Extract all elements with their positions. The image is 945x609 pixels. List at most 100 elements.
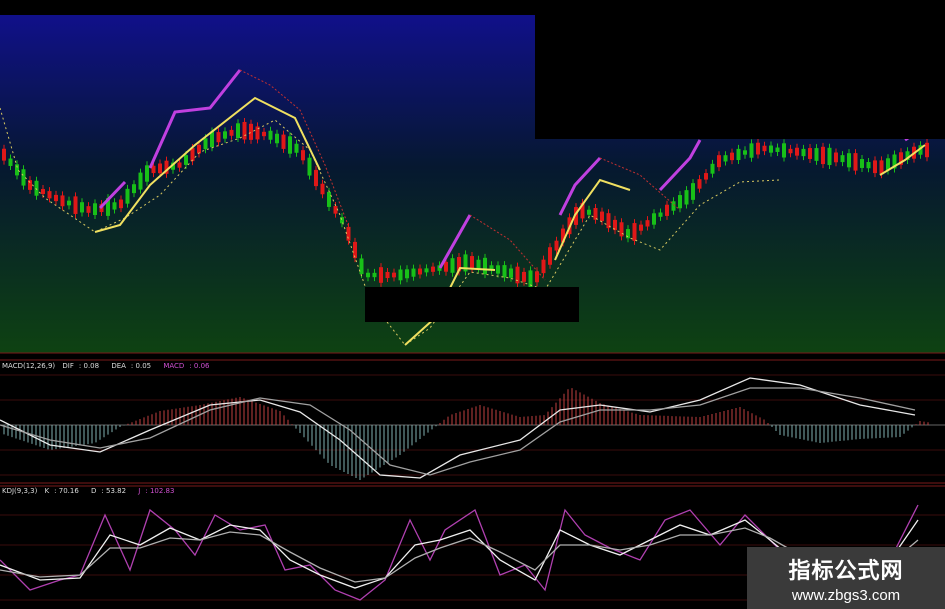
candle-body <box>814 148 819 161</box>
candle-body <box>353 241 357 259</box>
candle-body <box>840 155 845 163</box>
candle-body <box>723 155 728 162</box>
candle-body <box>307 157 312 176</box>
candle-body <box>385 271 390 279</box>
candle-body <box>275 133 279 144</box>
candle-body <box>41 188 45 195</box>
candle-body <box>873 160 877 174</box>
candle-body <box>242 121 247 140</box>
candle-body <box>697 179 702 189</box>
candle-body <box>411 268 416 277</box>
candle-body <box>522 271 526 282</box>
kdj-params-label: KDJ(9,3,3) <box>2 487 38 495</box>
candle-body <box>541 259 546 274</box>
candle-body <box>639 224 643 231</box>
dea-readout: DEA: 0.05 <box>111 362 152 370</box>
candle-body <box>372 272 377 278</box>
candle-body <box>8 158 13 166</box>
dif-readout: DIF: 0.08 <box>62 362 100 370</box>
candle-body <box>782 143 786 158</box>
candle-body <box>834 152 838 163</box>
candle-body <box>548 247 552 265</box>
candle-body <box>359 258 364 275</box>
watermark-title: 指标公式网 <box>788 559 904 584</box>
candle-body <box>658 212 663 217</box>
candle-body <box>86 206 91 213</box>
j-value: 102.83 <box>149 487 175 495</box>
candle-body <box>112 202 117 210</box>
candle-body <box>730 152 734 161</box>
candle-body <box>743 150 747 155</box>
d-value: 53.82 <box>106 487 127 495</box>
candle-body <box>450 258 455 273</box>
candle-body <box>366 272 370 278</box>
candle-body <box>2 148 6 161</box>
candle-body <box>717 155 721 168</box>
candle-body <box>125 188 130 204</box>
candle-body <box>197 144 201 154</box>
dif-name: DIF <box>62 362 74 370</box>
candle-body <box>483 257 487 275</box>
kdj-readout: KDJ(9,3,3) K: 70.16 D: 53.82 J: 102.83 <box>2 487 184 495</box>
candle-body <box>268 130 273 140</box>
macd-name: MACD <box>163 362 185 370</box>
candle-body <box>424 268 429 273</box>
candle-body <box>866 162 871 169</box>
candle-body <box>476 259 481 269</box>
candle-body <box>645 220 650 227</box>
candle-body <box>788 148 793 154</box>
candle-body <box>769 145 773 153</box>
k-name: K <box>44 487 50 495</box>
candle-body <box>418 268 422 275</box>
candle-body <box>749 143 754 158</box>
d-name: D <box>91 487 97 495</box>
candle-body <box>853 153 858 171</box>
candle-body <box>444 261 448 272</box>
candle-body <box>808 148 812 159</box>
candle-body <box>827 147 832 166</box>
candle-body <box>73 196 78 214</box>
candle-body <box>496 265 500 274</box>
candle-body <box>652 213 656 225</box>
candle-body <box>314 169 318 187</box>
candle-body <box>132 184 136 194</box>
candle-body <box>229 129 234 136</box>
candle-body <box>34 180 39 196</box>
candle-body <box>80 202 84 213</box>
candle-body <box>138 172 143 190</box>
macd-panel <box>0 377 945 480</box>
candle-body <box>502 265 507 278</box>
candle-body <box>119 199 123 209</box>
macd-readout: MACD(12,26,9) DIF: 0.08 DEA: 0.05 MACD: … <box>2 362 220 370</box>
dif-line <box>0 377 916 479</box>
macd-value: 0.06 <box>193 362 210 370</box>
candle-body <box>704 173 708 180</box>
candle-body <box>320 183 325 195</box>
candle-body <box>301 150 305 161</box>
candle-body <box>736 148 741 161</box>
candle-body <box>67 200 71 206</box>
redaction-box-center <box>365 287 579 322</box>
candle-body <box>379 267 383 283</box>
dea-name: DEA <box>111 362 126 370</box>
candle-body <box>691 183 695 200</box>
candle-body <box>535 271 539 283</box>
candle-body <box>54 194 58 202</box>
candle-body <box>249 123 253 140</box>
candle-body <box>684 190 689 205</box>
candle-body <box>587 209 591 215</box>
candle-body <box>632 223 637 241</box>
candle-body <box>626 229 630 239</box>
macd-readout-value: MACD: 0.06 <box>163 362 210 370</box>
candle-body <box>775 147 780 152</box>
candle-body <box>327 191 331 207</box>
candle-body <box>847 153 851 168</box>
dea-line <box>0 387 916 476</box>
candle-body <box>203 138 208 150</box>
candle-body <box>236 123 240 139</box>
candle-body <box>184 155 188 165</box>
candle-body <box>145 165 149 182</box>
k-value: 70.16 <box>58 487 79 495</box>
j-name: J <box>138 487 141 495</box>
candle-body <box>281 134 286 149</box>
